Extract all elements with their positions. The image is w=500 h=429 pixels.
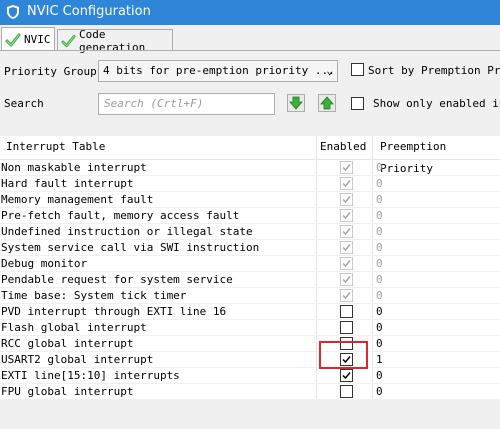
- interrupt-name: Debug monitor: [1, 257, 88, 270]
- checkmark-icon: [342, 276, 351, 284]
- table-row[interactable]: Flash global interrupt 0: [0, 320, 500, 336]
- preemption-priority-value[interactable]: 0: [376, 320, 383, 336]
- table-row[interactable]: RCC global interrupt 0: [0, 336, 500, 352]
- tab-code-generation[interactable]: Code generation: [57, 28, 173, 54]
- table-row[interactable]: EXTI line[15:10] interrupts 0: [0, 368, 500, 384]
- window-title: NVIC Configuration: [27, 4, 151, 19]
- checkmark-icon: [342, 292, 351, 300]
- tab-nvic[interactable]: NVIC: [1, 27, 55, 51]
- table-row[interactable]: Hard fault interrupt 0: [0, 176, 500, 192]
- interrupt-name: Flash global interrupt: [1, 321, 147, 334]
- interrupt-name: Non maskable interrupt: [1, 161, 147, 174]
- interrupt-name: EXTI line[15:10] interrupts: [1, 369, 180, 382]
- sort-by-priority-checkbox[interactable]: [351, 63, 364, 76]
- column-header-enabled[interactable]: Enabled: [317, 136, 366, 160]
- usart2-highlight-box: [319, 341, 368, 369]
- interrupt-name: System service call via SWI instruction: [1, 241, 260, 254]
- preemption-priority-value[interactable]: 0: [376, 384, 383, 400]
- search-up-button[interactable]: [318, 94, 336, 112]
- preemption-priority-value[interactable]: 0: [376, 368, 383, 384]
- enabled-checkbox: [340, 177, 353, 190]
- table-row[interactable]: Undefined instruction or illegal state 0: [0, 224, 500, 240]
- preemption-priority-value: 0: [376, 225, 383, 238]
- enabled-checkbox: [340, 273, 353, 286]
- green-check-icon: [61, 34, 76, 47]
- interrupt-name: Pendable request for system service: [1, 273, 233, 286]
- table-header: Interrupt Table Enabled Preemption Prior…: [0, 136, 500, 175]
- preemption-priority-value: 0: [376, 161, 383, 174]
- enabled-checkbox: [340, 193, 353, 206]
- green-check-icon: [5, 33, 21, 46]
- show-only-enabled-label: Show only enabled int: [373, 97, 500, 110]
- enabled-checkbox[interactable]: [340, 385, 353, 398]
- preemption-priority-value[interactable]: 0: [376, 304, 383, 320]
- preemption-priority-value[interactable]: 0: [376, 336, 383, 352]
- enabled-checkbox: [340, 257, 353, 270]
- interrupt-name: USART2 global interrupt: [1, 353, 154, 366]
- green-down-arrow-icon: [289, 96, 303, 110]
- enabled-checkbox: [340, 161, 353, 174]
- interrupt-name: Undefined instruction or illegal state: [1, 225, 253, 238]
- preemption-priority-value: 0: [376, 193, 383, 206]
- table-row[interactable]: Time base: System tick timer 0: [0, 288, 500, 304]
- table-row[interactable]: Pre-fetch fault, memory access fault 0: [0, 208, 500, 224]
- chevron-down-icon: ⌄: [326, 64, 333, 77]
- column-header-name[interactable]: Interrupt Table: [3, 136, 105, 160]
- table-row[interactable]: System service call via SWI instruction 0: [0, 240, 500, 256]
- enabled-checkbox[interactable]: [340, 305, 353, 318]
- checkmark-icon: [342, 180, 351, 188]
- interrupt-table: Interrupt Table Enabled Preemption Prior…: [0, 136, 500, 400]
- priority-group-value: 4 bits for pre-emption priority ...: [103, 64, 335, 77]
- search-label: Search: [4, 97, 44, 110]
- interrupt-name: FPU global interrupt: [1, 385, 134, 398]
- preemption-priority-value: 0: [376, 209, 383, 222]
- checkmark-icon: [342, 372, 351, 380]
- interrupt-name: Memory management fault: [1, 193, 154, 206]
- table-row[interactable]: Pendable request for system service 0: [0, 272, 500, 288]
- checkmark-icon: [342, 228, 351, 236]
- preemption-priority-value: 0: [376, 289, 383, 302]
- preemption-priority-value[interactable]: 1: [376, 352, 383, 368]
- green-up-arrow-icon: [320, 96, 334, 110]
- table-row[interactable]: Memory management fault 0: [0, 192, 500, 208]
- preemption-priority-value: 0: [376, 241, 383, 254]
- enabled-checkbox: [340, 209, 353, 222]
- interrupt-name: PVD interrupt through EXTI line 16: [1, 305, 227, 318]
- search-input[interactable]: Search (Crtl+F): [98, 93, 275, 115]
- tab-divider: [0, 50, 500, 51]
- priority-group-label: Priority Group: [4, 65, 97, 78]
- checkmark-icon: [342, 196, 351, 204]
- column-header-priority[interactable]: Preemption Priority: [377, 136, 500, 175]
- enabled-checkbox: [340, 289, 353, 302]
- enabled-checkbox: [340, 225, 353, 238]
- interrupt-name: RCC global interrupt: [1, 337, 134, 350]
- shield-icon: [7, 5, 19, 19]
- checkmark-icon: [342, 212, 351, 220]
- search-down-button[interactable]: [287, 94, 305, 112]
- interrupt-name: Hard fault interrupt: [1, 177, 134, 190]
- enabled-checkbox[interactable]: [340, 369, 353, 382]
- tab-label: NVIC: [24, 33, 51, 46]
- table-row[interactable]: FPU global interrupt 0: [0, 384, 500, 400]
- preemption-priority-value: 0: [376, 273, 383, 286]
- interrupt-name: Pre-fetch fault, memory access fault: [1, 209, 240, 222]
- preemption-priority-value: 0: [376, 257, 383, 270]
- sort-by-priority-label: Sort by Premption Prio: [368, 64, 500, 77]
- show-only-enabled-checkbox[interactable]: [351, 97, 364, 110]
- table-row[interactable]: PVD interrupt through EXTI line 16 0: [0, 304, 500, 320]
- preemption-priority-value: 0: [376, 177, 383, 190]
- table-row[interactable]: USART2 global interrupt 1: [0, 352, 500, 368]
- priority-group-select[interactable]: 4 bits for pre-emption priority ... ⌄: [98, 60, 338, 82]
- table-row[interactable]: Non maskable interrupt 0: [0, 160, 500, 176]
- enabled-checkbox: [340, 241, 353, 254]
- tab-bar: NVIC Code generation: [0, 25, 500, 54]
- title-bar: NVIC Configuration: [0, 0, 500, 25]
- table-row[interactable]: Debug monitor 0: [0, 256, 500, 272]
- interrupt-name: Time base: System tick timer: [1, 289, 187, 302]
- checkmark-icon: [342, 260, 351, 268]
- checkmark-icon: [342, 244, 351, 252]
- checkmark-icon: [342, 164, 351, 172]
- enabled-checkbox[interactable]: [340, 321, 353, 334]
